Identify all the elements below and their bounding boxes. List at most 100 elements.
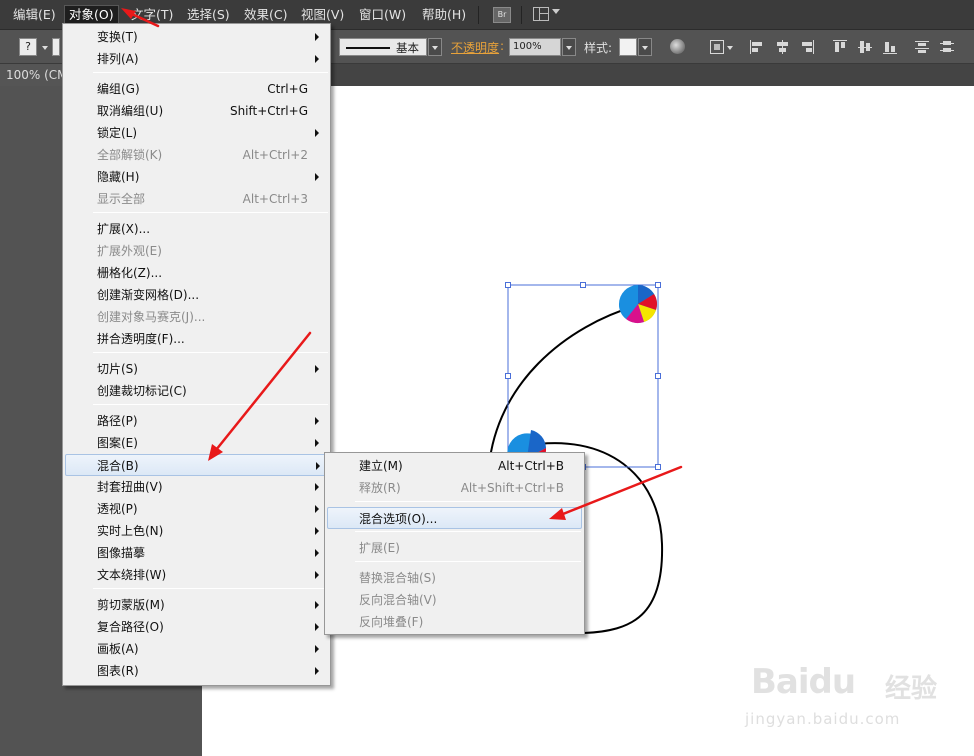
menu-item-shortcut: Shift+Ctrl+G — [229, 104, 308, 118]
object-menu-item[interactable]: 锁定(L) — [65, 122, 328, 144]
menu-window[interactable]: 窗口(W) — [355, 6, 410, 24]
object-menu-item[interactable]: 画板(A) — [65, 638, 328, 660]
chevron-down-icon[interactable] — [727, 46, 733, 50]
object-menu-item[interactable]: 创建裁切标记(C) — [65, 380, 328, 402]
menu-type[interactable]: 文字(T) — [127, 6, 177, 24]
stroke-profile-dropdown[interactable] — [428, 38, 442, 56]
blend-menu-item[interactable]: 替换混合轴(S) — [327, 567, 582, 589]
distribute-center-icon[interactable] — [940, 40, 954, 54]
submenu-arrow-icon — [315, 601, 319, 609]
chevron-down-icon[interactable] — [552, 9, 560, 14]
menu-select[interactable]: 选择(S) — [183, 6, 234, 24]
watermark-url: jingyan.baidu.com — [745, 710, 901, 728]
object-menu-item[interactable]: 显示全部 Alt+Ctrl+3 — [65, 188, 328, 210]
blend-menu-item[interactable]: 混合选项(O)... — [327, 507, 582, 529]
menu-item-label: 扩展(X)... — [97, 222, 151, 236]
distribute-top-icon[interactable] — [915, 40, 929, 54]
align-left-icon[interactable] — [750, 40, 764, 54]
object-menu-item[interactable]: 变换(T) — [65, 26, 328, 48]
object-menu-item[interactable]: 取消编组(U) Shift+Ctrl+G — [65, 100, 328, 122]
blend-submenu: 建立(M) Alt+Ctrl+B 释放(R) Alt+Shift+Ctrl+B 混合选项… — [324, 452, 585, 635]
menu-item-label: 扩展(E) — [359, 541, 400, 555]
workspace-layout-icon[interactable] — [533, 7, 549, 21]
opacity-input[interactable]: 100% — [509, 38, 561, 56]
object-menu-item[interactable]: 扩展外观(E) — [65, 240, 328, 262]
object-menu-item[interactable]: 全部解锁(K) Alt+Ctrl+2 — [65, 144, 328, 166]
menu-item-label: 剪切蒙版(M) — [97, 598, 165, 612]
menu-item-label: 混合(B) — [97, 459, 139, 473]
menu-item-label: 实时上色(N) — [97, 524, 164, 538]
blend-menu-item[interactable]: 建立(M) Alt+Ctrl+B — [327, 455, 582, 477]
recolor-artwork-icon[interactable] — [670, 39, 685, 54]
menu-object[interactable]: 对象(O) — [64, 5, 119, 25]
menu-item-label: 图案(E) — [97, 436, 138, 450]
align-top-icon[interactable] — [833, 40, 847, 54]
menu-item-shortcut: Alt+Shift+Ctrl+B — [460, 481, 564, 495]
help-icon[interactable]: ? — [19, 38, 37, 56]
menu-effect[interactable]: 效果(C) — [240, 6, 291, 24]
object-menu-item[interactable]: 排列(A) — [65, 48, 328, 70]
align-middle-icon[interactable] — [858, 40, 872, 54]
menu-separator — [355, 531, 581, 532]
align-bottom-icon[interactable] — [883, 40, 897, 54]
object-menu-item[interactable]: 剪切蒙版(M) — [65, 594, 328, 616]
object-menu-item[interactable]: 拼合透明度(F)... — [65, 328, 328, 350]
object-menu-item[interactable]: 栅格化(Z)... — [65, 262, 328, 284]
menu-edit[interactable]: 编辑(E) — [9, 6, 60, 24]
color-wheel-top[interactable] — [618, 285, 657, 324]
menu-view[interactable]: 视图(V) — [297, 6, 348, 24]
style-label: 样式: — [584, 41, 613, 55]
submenu-arrow-icon — [315, 173, 319, 181]
menu-item-label: 隐藏(H) — [97, 170, 140, 184]
opacity-label[interactable]: 不透明度 — [451, 39, 499, 56]
select-similar-icon[interactable] — [710, 40, 724, 54]
object-menu-item[interactable]: 文本绕排(W) — [65, 564, 328, 586]
menu-item-label: 锁定(L) — [97, 126, 138, 140]
menu-item-label: 创建对象马赛克(J)... — [97, 310, 206, 324]
menu-item-label: 切片(S) — [97, 362, 138, 376]
fill-swatch[interactable] — [52, 38, 60, 56]
blend-menu-item[interactable]: 释放(R) Alt+Shift+Ctrl+B — [327, 477, 582, 499]
menu-item-shortcut: Ctrl+G — [267, 82, 308, 96]
object-menu-item[interactable]: 图案(E) — [65, 432, 328, 454]
object-menu-item[interactable]: 混合(B) — [65, 454, 328, 476]
menu-item-label: 画板(A) — [97, 642, 139, 656]
menu-item-label: 创建裁切标记(C) — [97, 384, 187, 398]
menu-separator — [93, 72, 328, 73]
object-menu-item[interactable]: 透视(P) — [65, 498, 328, 520]
object-menu-item[interactable]: 复合路径(O) — [65, 616, 328, 638]
bridge-icon[interactable]: Br — [493, 7, 511, 23]
object-menu-item[interactable]: 隐藏(H) — [65, 166, 328, 188]
submenu-arrow-icon — [315, 129, 319, 137]
blend-menu-item[interactable]: 反向堆叠(F) — [327, 611, 582, 633]
menu-item-label: 拼合透明度(F)... — [97, 332, 185, 346]
menu-item-shortcut: Alt+Ctrl+3 — [242, 192, 308, 206]
menu-help[interactable]: 帮助(H) — [418, 6, 470, 24]
document-tab[interactable]: 100% (CMYK — [0, 64, 70, 86]
chevron-down-icon[interactable] — [42, 46, 48, 50]
menu-separator — [93, 352, 328, 353]
object-menu-item[interactable]: 创建渐变网格(D)... — [65, 284, 328, 306]
style-swatch[interactable] — [619, 38, 637, 56]
stroke-profile-select[interactable]: 基本 — [339, 38, 427, 56]
style-dropdown[interactable] — [638, 38, 652, 56]
submenu-arrow-icon — [315, 439, 319, 447]
object-menu-item[interactable]: 路径(P) — [65, 410, 328, 432]
menu-item-label: 复合路径(O) — [97, 620, 164, 634]
object-menu-item[interactable]: 图表(R) — [65, 660, 328, 682]
object-menu-item[interactable]: 扩展(X)... — [65, 218, 328, 240]
object-menu-item[interactable]: 创建对象马赛克(J)... — [65, 306, 328, 328]
blend-menu-item[interactable]: 扩展(E) — [327, 537, 582, 559]
object-menu-item[interactable]: 切片(S) — [65, 358, 328, 380]
opacity-dropdown[interactable] — [562, 38, 576, 56]
object-menu-item[interactable]: 图像描摹 — [65, 542, 328, 564]
menu-separator — [478, 6, 479, 24]
align-center-icon[interactable] — [775, 40, 789, 54]
blend-menu-item[interactable]: 反向混合轴(V) — [327, 589, 582, 611]
object-menu-item[interactable]: 实时上色(N) — [65, 520, 328, 542]
menu-separator — [355, 501, 581, 502]
object-menu-item[interactable]: 编组(G) Ctrl+G — [65, 78, 328, 100]
object-menu-item[interactable]: 封套扭曲(V) — [65, 476, 328, 498]
menu-separator — [521, 6, 522, 24]
align-right-icon[interactable] — [800, 40, 814, 54]
